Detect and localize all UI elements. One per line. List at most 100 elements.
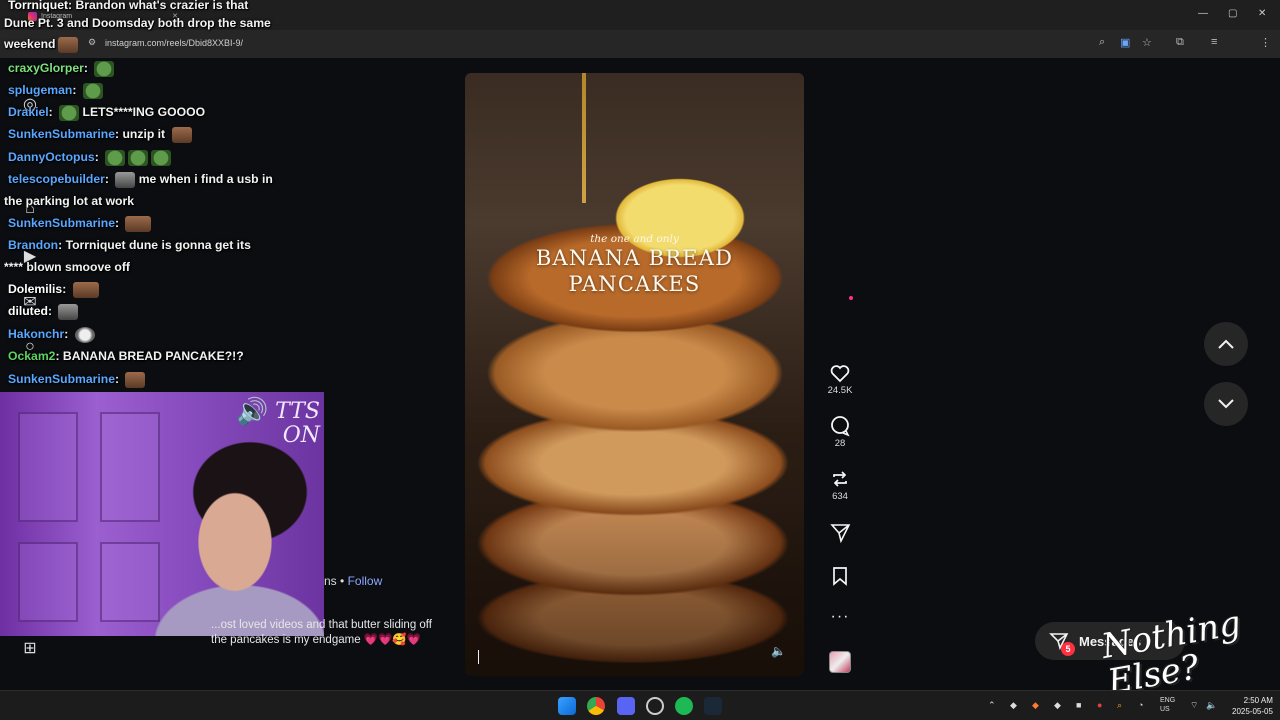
chat-username: diluted (8, 304, 48, 318)
wifi-icon[interactable]: ⌔ (1190, 700, 1198, 711)
maximize-icon[interactable]: ▢ (1228, 8, 1237, 19)
chat-username: Drakiel (8, 105, 49, 119)
tts-indicator: 🔊 TTS ON (236, 397, 320, 460)
chat-text: Torrniquet dune is gonna get its (65, 238, 251, 252)
chat-continuation: the parking lot at work (4, 194, 135, 208)
door-panel (18, 412, 78, 522)
post-author-line: ns • Follow (324, 574, 383, 588)
share-action[interactable] (820, 522, 860, 544)
text-cursor (478, 650, 479, 664)
chat-message: SunkenSubmarine: unzip it (8, 123, 298, 145)
more-options-icon[interactable]: ··· (820, 608, 860, 626)
chat-continuation: weekend (4, 33, 79, 55)
chat-emote (59, 104, 80, 121)
volume-tray-icon[interactable]: 🔈 (1206, 700, 1217, 711)
chat-text: Brandon what's crazier is that (75, 0, 249, 12)
spotify-icon[interactable] (675, 697, 693, 715)
speaker-icon: 🔊 (236, 397, 269, 427)
post-caption: ...ost loved videos and that butter slid… (211, 619, 432, 646)
browser-menu-icon[interactable]: ⋮ (1260, 36, 1271, 49)
chat-message: SunkenSubmarine: (8, 212, 298, 234)
tray-app-icon[interactable]: ■ (1076, 700, 1081, 710)
chat-emote (105, 149, 126, 166)
bookmark-icon[interactable] (820, 565, 860, 587)
chat-message: Dolemilis: (8, 278, 298, 300)
chrome-icon[interactable] (587, 697, 605, 715)
extensions-icon[interactable]: ⧉ (1176, 36, 1184, 49)
chat-message: Ockam2: BANANA BREAD PANCAKE?!? (8, 349, 244, 363)
chat-username: Hakonchr (8, 327, 65, 341)
language-indicator[interactable]: ENG US (1160, 696, 1175, 714)
clock-date: 2025-05-05 (1232, 707, 1273, 716)
chat-message: telescopebuilder: me when i find a usb i… (8, 171, 273, 188)
chat-username: SunkenSubmarine (8, 216, 116, 230)
chat-username: splugeman (8, 83, 73, 97)
send-icon[interactable] (820, 522, 860, 544)
chat-emote (94, 60, 115, 77)
chat-message: DannyOctopus: (8, 146, 298, 168)
chat-text: unzip it (122, 127, 166, 141)
comment-action[interactable]: 28 (820, 415, 860, 449)
chat-username: DannyOctopus (8, 150, 95, 164)
audio-thumbnail[interactable] (829, 651, 851, 673)
chat-emote (58, 36, 79, 53)
tray-app-icon[interactable]: ⌕ (1117, 700, 1122, 711)
stream-chat: Torrniquet: Brandon what's crazier is th… (0, 0, 300, 392)
repost-icon[interactable] (820, 468, 860, 490)
messages-badge: 5 (1061, 642, 1075, 656)
like-action[interactable]: 24.5K (820, 362, 860, 396)
tray-app-icon[interactable]: ◆ (1010, 700, 1017, 711)
cast-icon[interactable]: ▣ (1120, 36, 1130, 49)
tray-overflow-icon[interactable]: ⌃ (988, 700, 996, 711)
tray-app-icon[interactable]: ◆ (1032, 700, 1039, 711)
chat-emote (82, 82, 103, 99)
chat-emote (128, 149, 149, 166)
minimize-icon[interactable]: — (1198, 8, 1208, 19)
webcam-overlay: 🔊 TTS ON (0, 392, 324, 636)
follow-button[interactable]: Follow (348, 574, 383, 588)
chat-username: SunkenSubmarine (8, 127, 116, 141)
chat-username: Dolemilis (8, 282, 63, 296)
system-clock[interactable]: 2:50 AM 2025-05-05 (1232, 695, 1273, 717)
chat-message: SunkenSubmarine: (8, 368, 298, 390)
bookmark-star-icon[interactable]: ☆ (1142, 36, 1152, 49)
reel-title-line: PANCAKES (568, 272, 701, 296)
steam-icon[interactable] (704, 697, 722, 715)
heart-icon[interactable] (820, 362, 860, 384)
next-reel-button[interactable] (1204, 382, 1248, 426)
chat-emote (115, 171, 136, 188)
reel-title-line: BANANA BREAD (535, 246, 734, 270)
zoom-icon[interactable]: ⌕ (1099, 36, 1105, 49)
chat-text: BANANA BREAD PANCAKE?!? (62, 349, 244, 363)
clock-time: 2:50 AM (1243, 696, 1273, 705)
reel-video[interactable]: the one and only BANANA BREAD PANCAKES 🔈 (465, 73, 804, 676)
chevron-down-icon (1218, 399, 1234, 409)
door-panel (18, 542, 78, 622)
chat-text: me when i find a usb in (138, 172, 273, 186)
chat-username: Brandon (8, 238, 59, 252)
tray-app-icon[interactable]: ◆ (1054, 700, 1061, 711)
windows-taskbar: ⌃ ◆ ◆ ◆ ■ ● ⌕ ◔ ENG US ⌔ 🔈 2:50 AM 2025-0… (0, 690, 1280, 720)
window-close-icon[interactable]: ✕ (1258, 8, 1266, 19)
tray-app-icon[interactable]: ● (1097, 700, 1102, 710)
chat-emote (125, 215, 152, 232)
network-icon[interactable]: ◔ (1138, 700, 1143, 710)
obs-icon[interactable] (646, 697, 664, 715)
chat-continuation: **** blown smoove off (4, 260, 130, 274)
like-count: 24.5K (827, 385, 853, 396)
comment-icon[interactable] (820, 415, 860, 437)
repost-count: 634 (832, 491, 848, 502)
chat-username: SunkenSubmarine (8, 372, 116, 386)
start-icon[interactable] (558, 697, 576, 715)
chat-message: Hakonchr: (8, 323, 298, 345)
post-author[interactable]: ns (324, 574, 337, 588)
more-menu-icon[interactable]: ⊞ (20, 638, 40, 658)
discord-icon[interactable] (617, 697, 635, 715)
reel-subtitle: the one and only (590, 233, 679, 245)
repost-action[interactable]: 634 (820, 468, 860, 502)
media-controls-icon[interactable]: ≡ (1211, 36, 1217, 48)
save-action[interactable] (820, 565, 860, 587)
volume-icon[interactable]: 🔈 (771, 644, 786, 658)
chat-username: craxyGlorper (8, 61, 84, 75)
previous-reel-button[interactable] (1204, 322, 1248, 366)
